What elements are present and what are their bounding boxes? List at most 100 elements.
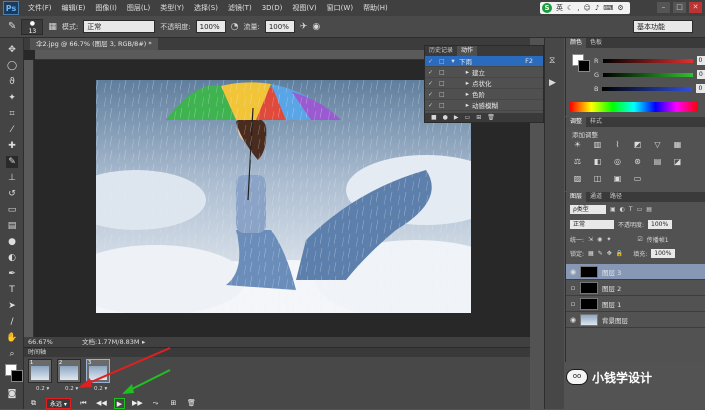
- ime-language[interactable]: 英: [556, 3, 563, 13]
- history-brush-tool-icon[interactable]: ↺: [6, 188, 18, 200]
- marquee-tool-icon[interactable]: ◯: [6, 60, 18, 72]
- action-row[interactable]: ✓ □ ▸ 动感模糊: [425, 100, 543, 111]
- airbrush-icon[interactable]: ✈: [300, 22, 308, 32]
- check-icon[interactable]: ✓: [428, 80, 436, 87]
- maximize-icon[interactable]: □: [673, 2, 686, 13]
- menu-type[interactable]: 类型(Y): [155, 3, 189, 13]
- ime-punct-icon[interactable]: ,: [577, 4, 579, 12]
- hue-saturation-icon[interactable]: ▦: [672, 139, 683, 150]
- layer-name[interactable]: 背景图层: [602, 315, 628, 325]
- mode-select[interactable]: 正常: [83, 20, 156, 33]
- levels-icon[interactable]: ▥: [592, 139, 603, 150]
- curves-icon[interactable]: ⌇: [612, 139, 623, 150]
- path-select-tool-icon[interactable]: ➤: [6, 300, 18, 312]
- fill-field[interactable]: 100%: [651, 249, 676, 258]
- layer-row[interactable]: ◉ 背景图层: [566, 312, 705, 328]
- lasso-tool-icon[interactable]: ϑ: [6, 76, 18, 88]
- healing-tool-icon[interactable]: ✚: [6, 140, 18, 152]
- channel-value[interactable]: 0: [696, 56, 705, 65]
- record-icon[interactable]: ●: [443, 113, 448, 122]
- lock-transparent-icon[interactable]: ▦: [588, 250, 594, 257]
- crop-tool-icon[interactable]: ⌗: [6, 108, 18, 120]
- visibility-eye-icon[interactable]: ◉: [566, 316, 580, 324]
- delete-frame-icon[interactable]: 🗑: [186, 398, 197, 409]
- menu-view[interactable]: 视图(V): [287, 3, 321, 13]
- visibility-empty-icon[interactable]: ▫: [566, 300, 580, 308]
- brush-preset-picker[interactable]: ● 13: [21, 18, 44, 35]
- propagate-checkbox[interactable]: ☑: [637, 236, 642, 243]
- gradient-tool-icon[interactable]: ▤: [6, 220, 18, 232]
- green-slider[interactable]: [603, 72, 694, 77]
- flow-field[interactable]: 100%: [264, 20, 295, 33]
- exposure-icon[interactable]: ◩: [632, 139, 643, 150]
- action-row[interactable]: ✓ □ ▾ 下雨 F2: [425, 56, 543, 67]
- expand-arrow-icon[interactable]: ▸: [447, 90, 469, 98]
- black-white-icon[interactable]: ◧: [592, 156, 603, 167]
- pressure-size-icon[interactable]: ◉: [312, 22, 320, 32]
- tab-adjustments[interactable]: 调整: [566, 117, 587, 127]
- filter-smart-icon[interactable]: ▤: [646, 206, 652, 213]
- eyedropper-tool-icon[interactable]: ⁄: [6, 124, 18, 136]
- blend-mode-select[interactable]: 正常: [570, 220, 614, 229]
- document-tab[interactable]: 伞2.jpg @ 66.7% (图层 3, RGB/8#) *: [30, 38, 158, 50]
- layer-name[interactable]: 图层 2: [602, 283, 621, 293]
- eraser-tool-icon[interactable]: ▭: [6, 204, 18, 216]
- layer-opacity-field[interactable]: 100%: [648, 220, 673, 229]
- ime-moon-icon[interactable]: ☾: [567, 4, 573, 12]
- visibility-eye-icon[interactable]: ◉: [566, 268, 580, 276]
- posterize-icon[interactable]: ▨: [572, 173, 583, 184]
- new-set-icon[interactable]: ▭: [465, 113, 471, 122]
- background-color-chip[interactable]: [578, 60, 590, 72]
- delete-action-icon[interactable]: 🗑: [487, 113, 495, 122]
- stop-icon[interactable]: ■: [431, 113, 437, 122]
- layer-name[interactable]: 图层 3: [602, 267, 621, 277]
- tab-paths[interactable]: 路径: [606, 192, 626, 202]
- hand-tool-icon[interactable]: ✋: [6, 332, 18, 344]
- check-icon[interactable]: ✓: [428, 69, 436, 76]
- brightness-icon[interactable]: ☀: [572, 139, 583, 150]
- dialog-toggle-icon[interactable]: □: [439, 58, 447, 65]
- zoom-level[interactable]: 66.67%: [28, 337, 53, 347]
- convert-timeline-icon[interactable]: ⧉: [28, 398, 39, 409]
- expand-arrow-icon[interactable]: ▸: [447, 79, 469, 87]
- menu-help[interactable]: 帮助(H): [358, 3, 393, 13]
- stamp-tool-icon[interactable]: ⊥: [6, 172, 18, 184]
- tab-styles[interactable]: 样式: [586, 117, 606, 127]
- layer-row[interactable]: ▫ 图层 1: [566, 296, 705, 312]
- lock-image-icon[interactable]: ✎: [598, 250, 603, 257]
- red-slider[interactable]: [602, 58, 693, 63]
- ime-mic-icon[interactable]: ♪: [595, 4, 599, 12]
- history-panel-icon[interactable]: ⧖: [549, 56, 555, 66]
- layer-kind-filter[interactable]: ρ类型: [570, 205, 606, 214]
- expand-arrow-icon[interactable]: ▾: [447, 57, 459, 65]
- invert-icon[interactable]: ◪: [672, 156, 683, 167]
- tab-history[interactable]: 历史记录: [425, 46, 457, 56]
- layer-row[interactable]: ◉ 图层 3: [566, 264, 705, 280]
- filter-pixel-icon[interactable]: ▣: [610, 206, 616, 213]
- timeline-frame[interactable]: 1: [28, 359, 52, 383]
- menu-file[interactable]: 文件(F): [23, 3, 57, 13]
- lock-position-icon[interactable]: ✥: [607, 250, 612, 257]
- photo-filter-icon[interactable]: ◎: [612, 156, 623, 167]
- layer-row[interactable]: ▫ 图层 2: [566, 280, 705, 296]
- unify-style-icon[interactable]: ✦: [606, 236, 611, 243]
- unify-position-icon[interactable]: ⇲: [588, 236, 593, 243]
- play-action-icon[interactable]: ▶: [454, 113, 459, 122]
- dialog-toggle-icon[interactable]: □: [439, 80, 447, 87]
- filter-adjust-icon[interactable]: ◐: [620, 206, 625, 213]
- tab-actions[interactable]: 动作: [457, 46, 478, 56]
- menu-3d[interactable]: 3D(D): [257, 4, 288, 12]
- channel-value[interactable]: 0: [697, 70, 705, 79]
- quick-select-tool-icon[interactable]: ✦: [6, 92, 18, 104]
- blue-slider[interactable]: [602, 86, 693, 91]
- check-icon[interactable]: ✓: [428, 91, 436, 98]
- quick-mask-icon[interactable]: ◙: [6, 388, 18, 400]
- check-icon[interactable]: ✓: [428, 102, 436, 109]
- ime-settings-icon[interactable]: ⚙: [617, 4, 623, 12]
- type-tool-icon[interactable]: T: [6, 284, 18, 296]
- brush-panel-icon[interactable]: ▦: [48, 22, 57, 32]
- menu-edit[interactable]: 编辑(E): [57, 3, 91, 13]
- document-image[interactable]: [96, 80, 471, 313]
- ime-keyboard-icon[interactable]: ⌨: [603, 4, 613, 12]
- dialog-toggle-icon[interactable]: □: [439, 69, 447, 76]
